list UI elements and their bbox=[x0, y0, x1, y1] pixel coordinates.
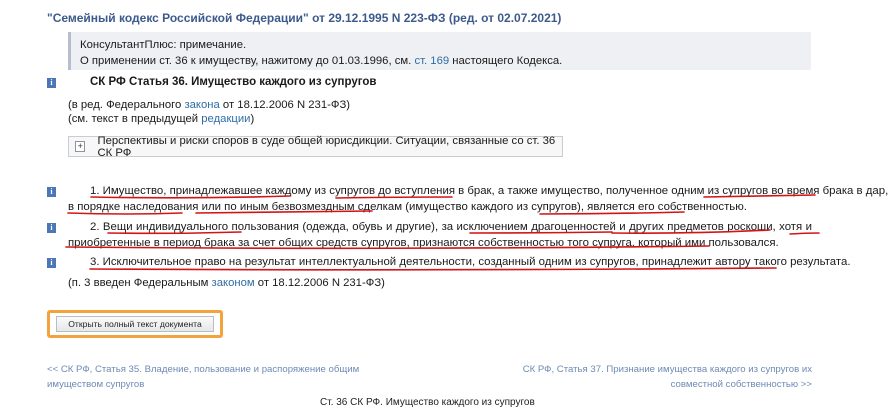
info-icon[interactable]: i bbox=[47, 187, 56, 197]
note-text: О применении ст. 36 к имуществу, нажитом… bbox=[80, 53, 811, 69]
article-footer-title: Ст. 36 СК РФ. Имущество каждого из супру… bbox=[320, 397, 535, 408]
next-article-line-2[interactable]: совместной собственностью >> bbox=[523, 377, 812, 392]
open-full-text-highlight: Открыть полный текст документа bbox=[47, 310, 223, 338]
paragraph-2-line-1: 2. Вещи индивидуального пользования (оде… bbox=[90, 221, 812, 233]
edition-line: (в ред. Федерального закона от 18.12.200… bbox=[68, 99, 350, 111]
info-icon[interactable]: i bbox=[47, 78, 56, 88]
consultant-note: КонсультантПлюс: примечание. О применени… bbox=[68, 32, 811, 70]
prev-after: ) bbox=[250, 113, 255, 125]
note-text-before: О применении ст. 36 к имуществу, нажитом… bbox=[80, 55, 415, 67]
paragraph-1: 1. Имущество, принадлежавшее каждому из … bbox=[68, 183, 888, 215]
prev-article-line-1[interactable]: << СК РФ, Статья 35. Владение, пользован… bbox=[47, 362, 359, 377]
prev-article-nav[interactable]: << СК РФ, Статья 35. Владение, пользован… bbox=[47, 362, 359, 392]
next-article-nav[interactable]: СК РФ, Статья 37. Признание имущества ка… bbox=[523, 362, 812, 392]
prev-article-line-2[interactable]: имуществом супругов bbox=[47, 377, 359, 392]
paragraph-3-note: (п. 3 введен Федеральным законом от 18.1… bbox=[68, 277, 385, 289]
code-title-link[interactable]: "Семейный кодекс Российской Федерации" bbox=[47, 11, 309, 25]
expand-plus-icon[interactable]: + bbox=[75, 141, 86, 152]
info-icon[interactable]: i bbox=[47, 223, 56, 233]
prev-before: (см. текст в предыдущей bbox=[68, 113, 202, 125]
previous-edition-line: (см. текст в предыдущей редакции) bbox=[68, 113, 254, 125]
p3-note-after: от 18.12.2006 N 231-ФЗ) bbox=[254, 277, 385, 289]
previous-edition-link[interactable]: редакции bbox=[201, 113, 250, 125]
document-header: "Семейный кодекс Российской Федерации" о… bbox=[47, 11, 561, 25]
next-article-line-1[interactable]: СК РФ, Статья 37. Признание имущества ка… bbox=[523, 362, 812, 377]
paragraph-1-line-1: 1. Имущество, принадлежавшее каждому из … bbox=[90, 185, 889, 197]
code-edition-text: от 29.12.1995 N 223-ФЗ (ред. от 02.07.20… bbox=[308, 11, 562, 25]
paragraph-3: 3. Исключительное право на результат инт… bbox=[68, 254, 850, 270]
disputes-collapsible[interactable]: + Перспективы и риски споров в суде обще… bbox=[68, 134, 563, 159]
article-title: СК РФ Статья 36. Имущество каждого из су… bbox=[90, 76, 377, 88]
edition-before: (в ред. Федерального bbox=[68, 99, 185, 111]
edition-after: от 18.12.2006 N 231-ФЗ) bbox=[219, 99, 351, 111]
p3-note-before: (п. 3 введен Федеральным bbox=[68, 277, 212, 289]
paragraph-3-line-1: 3. Исключительное право на результат инт… bbox=[90, 256, 851, 268]
note-text-after: настоящего Кодекса. bbox=[449, 55, 563, 67]
collapsible-label: Перспективы и риски споров в суде общей … bbox=[97, 134, 556, 159]
info-icon[interactable]: i bbox=[47, 258, 56, 268]
edition-law-link[interactable]: закона bbox=[184, 99, 219, 111]
note-article-link[interactable]: ст. 169 bbox=[414, 55, 449, 67]
open-full-text-button[interactable]: Открыть полный текст документа bbox=[56, 316, 214, 332]
note-title: КонсультантПлюс: примечание. bbox=[80, 39, 247, 51]
paragraph-2: 2. Вещи индивидуального пользования (оде… bbox=[68, 219, 812, 251]
p3-law-link[interactable]: законом bbox=[212, 277, 255, 289]
paragraph-1-line-2: в порядке наследования или по иным безво… bbox=[68, 201, 747, 213]
paragraph-2-line-2: приобретенные в период брака за счет общ… bbox=[68, 237, 779, 249]
